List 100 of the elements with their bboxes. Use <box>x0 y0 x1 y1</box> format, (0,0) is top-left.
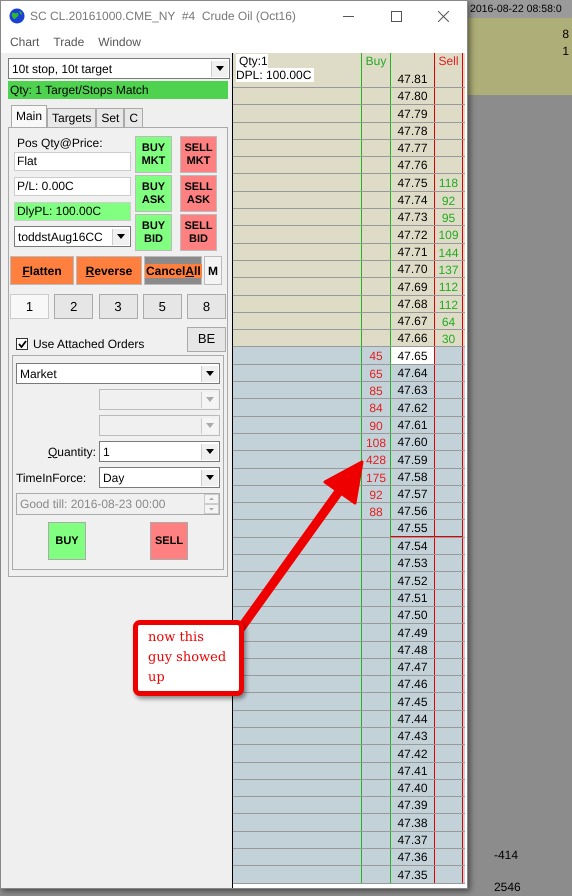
price-cell: 47.67 <box>390 312 434 330</box>
quantity-preset-button[interactable]: 5 <box>142 294 182 319</box>
price-cell: 47.43 <box>390 728 434 744</box>
price-cell: 47.63 <box>390 382 434 398</box>
order-button[interactable]: BUY ASK <box>135 175 172 212</box>
price-cell: 47.73 <box>390 209 434 226</box>
price-cell: 47.53 <box>390 555 434 572</box>
ask-size-cell <box>434 780 463 796</box>
order-button[interactable]: SELL ASK <box>180 175 217 212</box>
ask-size-cell: 118 <box>434 174 463 191</box>
price-cell: 47.47 <box>390 658 434 676</box>
attached-orders-checkbox[interactable] <box>16 338 28 350</box>
price-cell: 47.61 <box>390 416 434 433</box>
ask-size-cell <box>434 105 463 122</box>
sell-column-header: Sell <box>434 53 463 87</box>
bid-size-cell: 85 <box>361 382 390 398</box>
quantity-preset-button[interactable]: 1 <box>10 294 49 319</box>
m-button[interactable]: M <box>204 256 222 285</box>
price-cell: 47.42 <box>390 745 434 762</box>
buy-button[interactable]: BUY <box>48 522 86 560</box>
action-button[interactable]: CancelAll <box>144 256 202 285</box>
price-cell: 47.44 <box>390 710 434 727</box>
ask-size-cell <box>434 364 463 382</box>
bid-size-cell: 65 <box>361 364 390 382</box>
close-icon[interactable] <box>438 10 449 22</box>
tab[interactable]: C <box>124 108 144 127</box>
ask-size-cell: 109 <box>434 226 463 243</box>
maximize-icon[interactable] <box>391 10 402 22</box>
bid-size-cell: 84 <box>361 399 390 416</box>
be-button[interactable]: BE <box>187 326 226 352</box>
ask-size-cell: 112 <box>434 296 463 312</box>
ask-size-cell <box>434 434 463 450</box>
ask-size-cell <box>434 762 463 779</box>
price-cell: 47.80 <box>390 88 434 104</box>
action-button[interactable]: Reverse <box>76 256 142 285</box>
quantity-dropdown[interactable]: 1 <box>99 441 220 462</box>
ask-size-cell <box>434 814 463 831</box>
tab[interactable]: Set <box>96 108 124 127</box>
position-field: Flat <box>14 152 131 171</box>
price-cell: 47.66 <box>390 330 434 346</box>
order-button[interactable]: SELL BID <box>180 214 217 251</box>
buy-column-header: Buy <box>361 53 390 87</box>
price-cell: 47.68 <box>390 296 434 312</box>
ask-size-cell <box>434 866 463 883</box>
ask-size-cell <box>434 606 463 624</box>
ask-size-cell: 64 <box>434 312 463 330</box>
order-button[interactable]: SELL MKT <box>180 136 217 173</box>
price-cell: 47.37 <box>390 832 434 848</box>
price-cell: 47.70 <box>390 260 434 278</box>
price-cell: 47.57 <box>390 486 434 502</box>
price-cell: 47.81 <box>390 53 434 87</box>
order-type-dropdown[interactable]: Market <box>16 363 220 384</box>
order-button[interactable]: BUY MKT <box>135 136 172 173</box>
sell-button[interactable]: SELL <box>150 522 188 560</box>
ask-size-cell: 95 <box>434 209 463 226</box>
quantity-preset-button[interactable]: 8 <box>187 294 226 319</box>
table-value: 2546 <box>494 880 522 894</box>
quantity-preset-button[interactable]: 2 <box>54 294 94 319</box>
ask-size-cell <box>434 468 463 485</box>
order-button[interactable]: BUY BID <box>135 214 172 251</box>
preset-dropdown[interactable]: 10t stop, 10t target <box>8 58 230 79</box>
ask-size-cell <box>434 399 463 416</box>
price-cell: 47.45 <box>390 693 434 710</box>
globe-icon <box>9 8 25 24</box>
ask-size-cell <box>434 710 463 727</box>
bid-size-cell: 90 <box>361 416 390 433</box>
price-cell: 47.49 <box>390 624 434 640</box>
ask-size-cell <box>434 728 463 744</box>
ask-size-cell <box>434 451 463 468</box>
chart-header: 2016-08-22 08:58:0 <box>468 0 572 18</box>
time-in-force-dropdown[interactable]: Day <box>99 467 220 488</box>
ask-size-cell <box>434 693 463 710</box>
account-dropdown[interactable]: toddstAug16CC <box>14 226 131 247</box>
ask-size-cell <box>434 745 463 762</box>
ask-size-cell <box>434 503 463 520</box>
menu-item[interactable]: Trade <box>53 33 84 51</box>
menu-item[interactable]: Window <box>98 33 141 51</box>
tab[interactable]: Main <box>11 105 48 127</box>
price-cell: 47.79 <box>390 105 434 122</box>
callout-note: now this guy showed up <box>133 620 244 696</box>
ask-size-cell <box>434 416 463 433</box>
bid-size-cell: 108 <box>361 434 390 450</box>
menu-item[interactable]: Chart <box>10 33 40 51</box>
status-bar: Qty: 1 Target/Stops Match <box>8 81 228 99</box>
price-cell: 47.65 <box>390 347 434 364</box>
ask-size-cell <box>434 624 463 640</box>
ask-size-cell <box>434 642 463 658</box>
daily-pl-text: DPL: 100.00C <box>236 68 314 82</box>
ask-size-cell: 112 <box>434 278 463 295</box>
chart-value: 1 <box>562 43 569 60</box>
ask-size-cell <box>434 140 463 156</box>
quantity-preset-button[interactable]: 3 <box>98 294 138 319</box>
price-cell: 47.71 <box>390 244 434 260</box>
price-cell: 47.76 <box>390 157 434 174</box>
bid-size-cell: 88 <box>361 503 390 520</box>
price-cell: 47.52 <box>390 572 434 589</box>
quantity-label: Quantity: <box>48 444 96 460</box>
action-button[interactable]: Flatten <box>10 256 74 285</box>
ask-size-cell <box>434 797 463 814</box>
tab[interactable]: Targets <box>47 108 96 127</box>
